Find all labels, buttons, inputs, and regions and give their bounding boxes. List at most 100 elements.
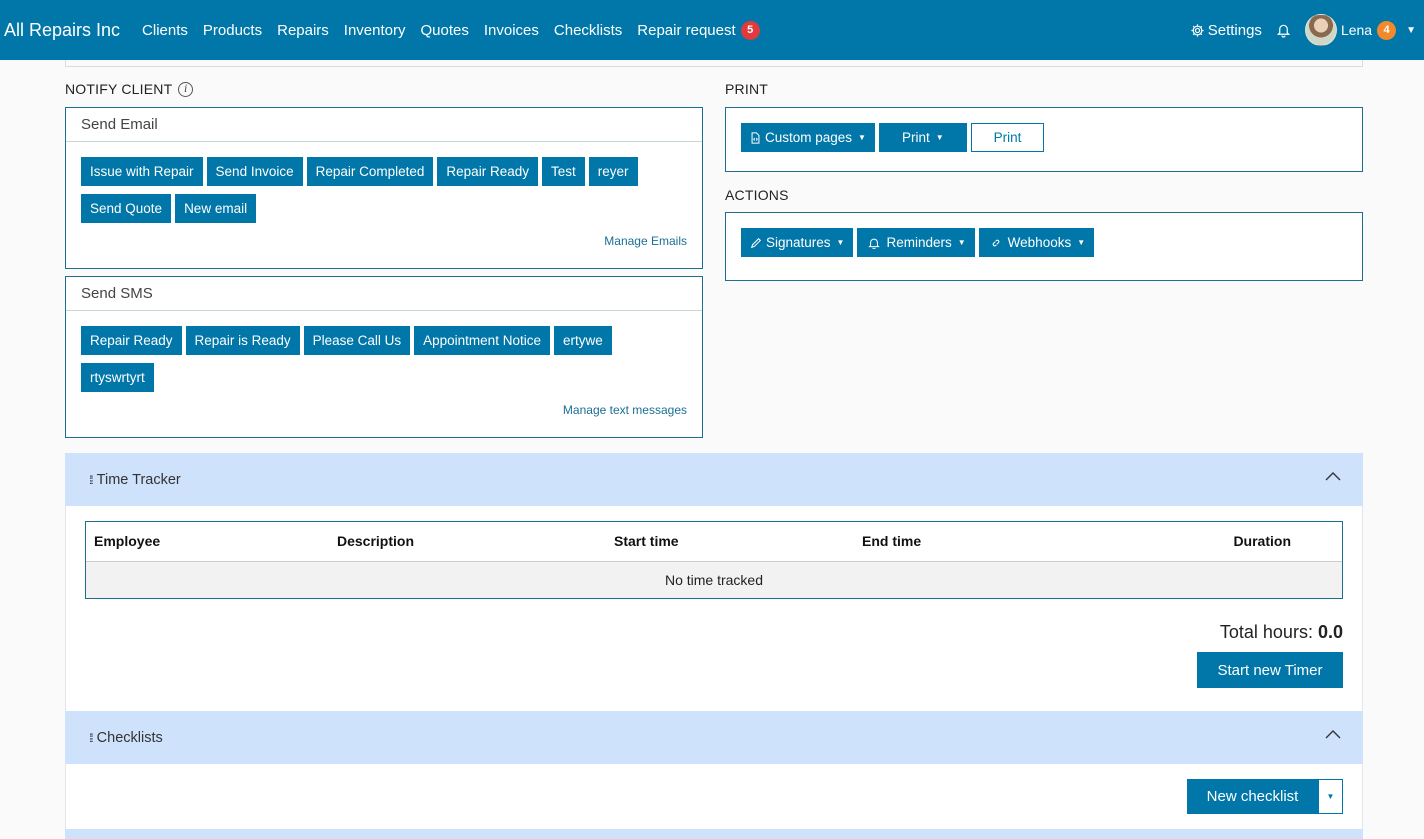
column-employee: Employee (94, 533, 161, 549)
sms-buttons-row-2: rtyswrtyrt (81, 363, 154, 392)
chevron-down-icon: ▼ (1406, 24, 1416, 36)
nav-invoices[interactable]: Invoices (484, 22, 539, 39)
user-menu[interactable]: Lena 4 ▼ (1304, 14, 1424, 46)
new-checklist-button[interactable]: New checklist (1187, 779, 1318, 814)
checklists-body (65, 764, 1363, 829)
chevron-up-icon[interactable] (1325, 471, 1341, 481)
total-hours-label: Total hours: (1219, 622, 1313, 642)
email-send-quote-button[interactable]: Send Quote (81, 194, 172, 223)
signatures-label: Signatures (766, 235, 831, 250)
user-name: Lena (1340, 22, 1373, 38)
print-buttons-row: Custom pages ▼ Print ▼ Print (741, 123, 1045, 152)
sms-rtyswrtyrt-button[interactable]: rtyswrtyrt (81, 363, 154, 392)
drag-handle-icon[interactable]: ⁞⁞ (89, 473, 93, 487)
print-dropdown[interactable]: Print ▼ (878, 123, 967, 152)
email-repair-completed-button[interactable]: Repair Completed (306, 157, 434, 186)
email-test-button[interactable]: Test (541, 157, 585, 186)
top-navbar: All Repairs Inc Clients Products Repairs… (0, 0, 1424, 60)
checklists-title: Checklists (96, 729, 163, 746)
caret-down-icon: ▼ (957, 238, 966, 247)
sms-buttons-row-1: Repair Ready Repair is Ready Please Call… (81, 326, 612, 355)
custom-pages-label: Custom pages (765, 130, 853, 145)
nav-repair-request[interactable]: Repair request 5 (637, 20, 760, 40)
reminders-label: Reminders (886, 235, 952, 250)
caret-down-icon: ▼ (1326, 792, 1335, 801)
drag-handle-icon[interactable]: ⁞⁞ (89, 731, 93, 745)
caret-down-icon: ▼ (836, 238, 845, 247)
email-issue-with-repair-button[interactable]: Issue with Repair (81, 157, 203, 186)
bell-icon (868, 238, 881, 249)
settings-link[interactable]: Settings (1190, 22, 1262, 39)
notify-client-title: NOTIFY CLIENT i (65, 81, 194, 97)
navbar-right: Settings Lena 4 ▼ (1190, 0, 1424, 60)
repair-request-count-badge: 5 (740, 20, 760, 40)
sms-repair-is-ready-button[interactable]: Repair is Ready (185, 326, 300, 355)
nav-repairs[interactable]: Repairs (277, 22, 329, 39)
time-tracker-header[interactable]: ⁞⁞ Time Tracker (65, 453, 1363, 506)
caret-down-icon: ▼ (858, 133, 866, 142)
sms-repair-ready-button[interactable]: Repair Ready (81, 326, 182, 355)
print-title: PRINT (725, 81, 768, 97)
column-description: Description (337, 533, 415, 549)
send-email-card: Send Email Issue with Repair Send Invoic… (65, 107, 703, 269)
next-panel-header (65, 829, 1363, 839)
sms-ertywe-button[interactable]: ertywe (553, 326, 612, 355)
avatar (1304, 14, 1337, 46)
notifications-button[interactable] (1276, 22, 1291, 38)
actions-card: Signatures ▼ Reminders ▼ Webhooks ▼ (725, 212, 1363, 281)
notify-client-label: NOTIFY CLIENT (65, 81, 173, 97)
sms-please-call-us-button[interactable]: Please Call Us (303, 326, 411, 355)
column-start-time: Start time (614, 533, 679, 549)
table-header-row: Employee Description Start time End time… (86, 522, 1342, 561)
brand-logo[interactable]: All Repairs Inc (0, 20, 120, 41)
print-button[interactable]: Print (970, 123, 1045, 152)
webhooks-dropdown[interactable]: Webhooks ▼ (978, 228, 1095, 257)
column-duration: Duration (1233, 533, 1291, 549)
nav-products[interactable]: Products (203, 22, 262, 39)
info-icon[interactable]: i (178, 81, 194, 97)
total-hours-value: 0.0 (1317, 622, 1343, 642)
total-hours: Total hours: 0.0 (1220, 622, 1343, 643)
gear-icon (1191, 23, 1204, 37)
time-tracker-title: Time Tracker (96, 471, 181, 488)
send-sms-card: Send SMS Repair Ready Repair is Ready Pl… (65, 276, 703, 438)
column-end-time: End time (862, 533, 922, 549)
nav-inventory[interactable]: Inventory (344, 22, 406, 39)
link-icon (992, 239, 1000, 246)
reminders-dropdown[interactable]: Reminders ▼ (857, 228, 975, 257)
time-tracker-table: Employee Description Start time End time… (85, 521, 1343, 599)
print-card: Custom pages ▼ Print ▼ Print (725, 107, 1363, 172)
nav-clients[interactable]: Clients (142, 22, 188, 39)
caret-down-icon: ▼ (1077, 238, 1086, 247)
nav-repair-request-label: Repair request (637, 21, 736, 39)
custom-pages-dropdown[interactable]: Custom pages ▼ (741, 123, 875, 152)
sms-appointment-notice-button[interactable]: Appointment Notice (414, 326, 550, 355)
table-empty-row: No time tracked (86, 561, 1342, 598)
manage-text-messages-link[interactable]: Manage text messages (563, 403, 687, 417)
settings-label: Settings (1207, 21, 1262, 39)
send-email-header: Send Email (66, 108, 702, 142)
manage-emails-link[interactable]: Manage Emails (604, 234, 687, 248)
nav-checklists[interactable]: Checklists (554, 22, 622, 39)
actions-title: ACTIONS (725, 187, 789, 203)
email-reyer-button[interactable]: reyer (588, 157, 638, 186)
email-send-invoice-button[interactable]: Send Invoice (206, 157, 303, 186)
email-repair-ready-button[interactable]: Repair Ready (437, 157, 538, 186)
print-dropdown-label: Print (901, 130, 930, 145)
pencil-icon (750, 237, 762, 248)
new-checklist-dropdown-toggle[interactable]: ▼ (1318, 779, 1343, 814)
send-sms-header: Send SMS (66, 277, 702, 311)
top-strip (65, 60, 1363, 67)
nav-quotes[interactable]: Quotes (421, 22, 469, 39)
caret-down-icon: ▼ (935, 133, 944, 142)
actions-buttons-row: Signatures ▼ Reminders ▼ Webhooks ▼ (741, 228, 1095, 257)
checklists-header[interactable]: ⁞⁞ Checklists (65, 711, 1363, 764)
start-new-timer-button[interactable]: Start new Timer (1197, 652, 1343, 688)
email-buttons-row-1: Issue with Repair Send Invoice Repair Co… (81, 157, 638, 186)
bell-icon (1276, 24, 1291, 38)
email-new-email-button[interactable]: New email (175, 194, 257, 223)
webhooks-label: Webhooks (1007, 235, 1072, 250)
chevron-up-icon[interactable] (1325, 729, 1341, 739)
file-code-icon (751, 131, 760, 144)
signatures-dropdown[interactable]: Signatures ▼ (741, 228, 854, 257)
